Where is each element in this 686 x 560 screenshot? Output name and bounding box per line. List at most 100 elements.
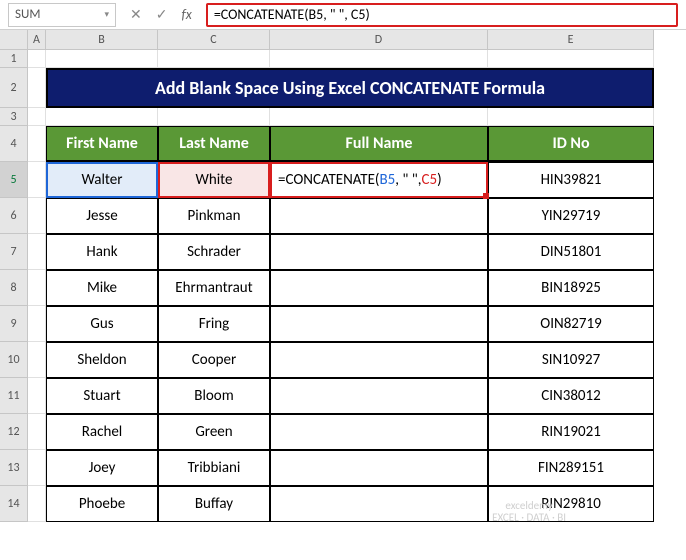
cell-D8[interactable] — [270, 270, 488, 306]
cell-D7[interactable] — [270, 234, 488, 270]
cell-D3[interactable] — [270, 108, 488, 126]
cell-B10[interactable]: Sheldon — [46, 342, 158, 378]
cell-C3[interactable] — [158, 108, 270, 126]
cell-C1[interactable] — [158, 50, 270, 68]
cell-C6[interactable]: Pinkman — [158, 198, 270, 234]
fx-icon[interactable]: fx — [181, 6, 191, 23]
cell-D13[interactable] — [270, 450, 488, 486]
cell-D12[interactable] — [270, 414, 488, 450]
cell-A3[interactable] — [28, 108, 46, 126]
row-header-5[interactable]: 5 — [0, 162, 28, 198]
cell-A8[interactable] — [28, 270, 46, 306]
cell-A5[interactable] — [28, 162, 46, 198]
cell-B7[interactable]: Hank — [46, 234, 158, 270]
cell-A9[interactable] — [28, 306, 46, 342]
cell-A1[interactable] — [28, 50, 46, 68]
row-header-11[interactable]: 11 — [0, 378, 28, 414]
formula-bar: SUM ▾ ✕ ✓ fx =CONCATENATE(B5, " ", C5) — [0, 0, 686, 30]
cell-D1[interactable] — [270, 50, 488, 68]
cell-E7[interactable]: DIN51801 — [488, 234, 654, 270]
table-header-first: First Name — [46, 126, 158, 162]
cell-C12[interactable]: Green — [158, 414, 270, 450]
formula-input[interactable]: =CONCATENATE(B5, " ", C5) — [206, 3, 678, 27]
cell-A10[interactable] — [28, 342, 46, 378]
cancel-icon[interactable]: ✕ — [130, 6, 142, 23]
formula-prefix: =CONCATENATE( — [278, 171, 379, 189]
table-header-full: Full Name — [270, 126, 488, 162]
col-header-D[interactable]: D — [270, 30, 488, 50]
cell-B9[interactable]: Gus — [46, 306, 158, 342]
cell-E3[interactable] — [488, 108, 654, 126]
row-header-10[interactable]: 10 — [0, 342, 28, 378]
row-header-6[interactable]: 6 — [0, 198, 28, 234]
cell-E8[interactable]: BIN18925 — [488, 270, 654, 306]
cell-B13[interactable]: Joey — [46, 450, 158, 486]
cell-D9[interactable] — [270, 306, 488, 342]
cell-E9[interactable]: OIN82719 — [488, 306, 654, 342]
cell-E5[interactable]: HIN39821 — [488, 162, 654, 198]
col-header-A[interactable]: A — [28, 30, 46, 50]
cell-E6[interactable]: YIN29719 — [488, 198, 654, 234]
cell-C8[interactable]: Ehrmantraut — [158, 270, 270, 306]
formula-mid: , " ", — [395, 171, 421, 189]
cell-A2[interactable] — [28, 68, 46, 108]
row-header-14[interactable]: 14 — [0, 486, 28, 522]
cell-B8[interactable]: Mike — [46, 270, 158, 306]
cell-B11[interactable]: Stuart — [46, 378, 158, 414]
cell-D11[interactable] — [270, 378, 488, 414]
cell-B6[interactable]: Jesse — [46, 198, 158, 234]
cell-A7[interactable] — [28, 234, 46, 270]
row-header-2[interactable]: 2 — [0, 68, 28, 108]
row-header-9[interactable]: 9 — [0, 306, 28, 342]
row-header-1[interactable]: 1 — [0, 50, 28, 68]
col-header-C[interactable]: C — [158, 30, 270, 50]
formula-bar-buttons: ✕ ✓ fx — [130, 6, 192, 23]
formula-input-text: =CONCATENATE(B5, " ", C5) — [214, 6, 370, 23]
cell-C7[interactable]: Schrader — [158, 234, 270, 270]
row-header-12[interactable]: 12 — [0, 414, 28, 450]
cell-A4[interactable] — [28, 126, 46, 162]
name-box[interactable]: SUM ▾ — [8, 3, 116, 27]
cell-B14[interactable]: Phoebe — [46, 486, 158, 522]
cell-A11[interactable] — [28, 378, 46, 414]
cell-E11[interactable]: CIN38012 — [488, 378, 654, 414]
cell-B3[interactable] — [46, 108, 158, 126]
cell-B5[interactable]: Walter — [46, 162, 158, 198]
enter-icon[interactable]: ✓ — [156, 6, 168, 23]
cell-B12[interactable]: Rachel — [46, 414, 158, 450]
cell-C14[interactable]: Buffay — [158, 486, 270, 522]
name-box-text: SUM — [15, 7, 40, 22]
cell-C11[interactable]: Bloom — [158, 378, 270, 414]
cell-A14[interactable] — [28, 486, 46, 522]
cell-E10[interactable]: SIN10927 — [488, 342, 654, 378]
table-header-last: Last Name — [158, 126, 270, 162]
cell-D5[interactable]: =CONCATENATE(B5, " ", C5) — [270, 162, 488, 198]
row-header-4[interactable]: 4 — [0, 126, 28, 162]
chevron-down-icon[interactable]: ▾ — [104, 9, 109, 20]
table-header-id: ID No — [488, 126, 654, 162]
row-header-13[interactable]: 13 — [0, 450, 28, 486]
cell-C10[interactable]: Cooper — [158, 342, 270, 378]
row-header-7[interactable]: 7 — [0, 234, 28, 270]
cell-A12[interactable] — [28, 414, 46, 450]
cell-D6[interactable] — [270, 198, 488, 234]
select-all-corner[interactable] — [0, 30, 28, 50]
cell-A6[interactable] — [28, 198, 46, 234]
cell-D10[interactable] — [270, 342, 488, 378]
spreadsheet-grid[interactable]: A B C D E 1 2 Add Blank Space Using Exce… — [0, 30, 686, 522]
cell-B1[interactable] — [46, 50, 158, 68]
cell-E1[interactable] — [488, 50, 654, 68]
col-header-E[interactable]: E — [488, 30, 654, 50]
cell-C13[interactable]: Tribbiani — [158, 450, 270, 486]
col-header-B[interactable]: B — [46, 30, 158, 50]
cell-C9[interactable]: Fring — [158, 306, 270, 342]
cell-E12[interactable]: RIN19021 — [488, 414, 654, 450]
cell-E13[interactable]: FIN289151 — [488, 450, 654, 486]
cell-D14[interactable] — [270, 486, 488, 522]
cell-A13[interactable] — [28, 450, 46, 486]
cell-E14[interactable]: RIN29810 — [488, 486, 654, 522]
formula-ref1: B5 — [379, 171, 395, 189]
row-header-8[interactable]: 8 — [0, 270, 28, 306]
row-header-3[interactable]: 3 — [0, 108, 28, 126]
cell-C5[interactable]: White — [158, 162, 270, 198]
